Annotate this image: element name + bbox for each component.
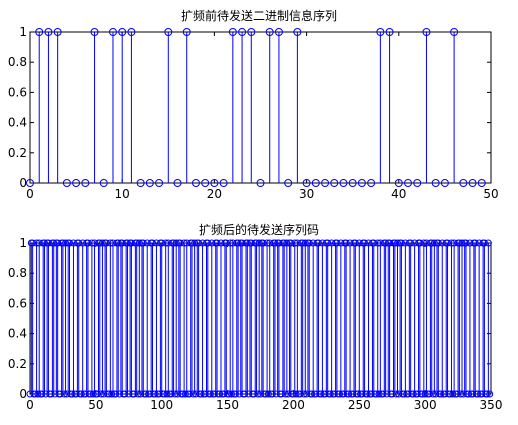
y-tick-label: 0.6 bbox=[8, 85, 27, 99]
stem-plot-after-spreading: 扩频后的待发送序列码 00.20.40.60.810 50 100 150 200 250… bbox=[8, 222, 503, 412]
y-tick-label: 0.4 bbox=[8, 327, 27, 341]
x-tick-label: 150 bbox=[216, 398, 239, 412]
y-tick-label: 0.8 bbox=[8, 266, 27, 280]
x-tick-label: 300 bbox=[414, 398, 437, 412]
x-tick-label: 100 bbox=[150, 398, 173, 412]
figure-canvas: 扩频前待发送二进制信息序列 00.20.40.60.810 10 20 30 40 50 … bbox=[8, 8, 503, 412]
y-tick-label: 0.8 bbox=[8, 55, 27, 69]
x-tick-label: 40 bbox=[391, 187, 406, 201]
axes-frame bbox=[29, 31, 492, 184]
x-tick-label: 50 bbox=[483, 187, 498, 201]
x-tick-label: 30 bbox=[299, 187, 314, 201]
y-tick-label: 0.2 bbox=[8, 357, 27, 371]
x-tick-label: 0 bbox=[26, 398, 34, 412]
x-tick-label: 50 bbox=[88, 398, 103, 412]
axes-frame bbox=[29, 242, 492, 395]
y-tick-label: 0.6 bbox=[8, 296, 27, 310]
plot-title: 扩频后的待发送序列码 bbox=[199, 222, 319, 237]
stem-plot-before-spreading: 扩频前待发送二进制信息序列 00.20.40.60.810 10 20 30 40 50 bbox=[8, 8, 499, 201]
x-tick-label: 250 bbox=[348, 398, 371, 412]
y-tick-label: 0.4 bbox=[8, 116, 27, 130]
x-tick-label: 200 bbox=[282, 398, 305, 412]
y-tick-label: 1 bbox=[19, 25, 27, 39]
x-tick-label: 20 bbox=[207, 187, 222, 201]
plot-title: 扩频前待发送二进制信息序列 bbox=[181, 8, 337, 23]
y-tick-label: 1 bbox=[19, 236, 27, 250]
y-tick-label: 0.2 bbox=[8, 146, 27, 160]
x-tick-label: 0 bbox=[26, 187, 34, 201]
x-tick-label: 10 bbox=[115, 187, 130, 201]
x-tick-label: 350 bbox=[480, 398, 503, 412]
